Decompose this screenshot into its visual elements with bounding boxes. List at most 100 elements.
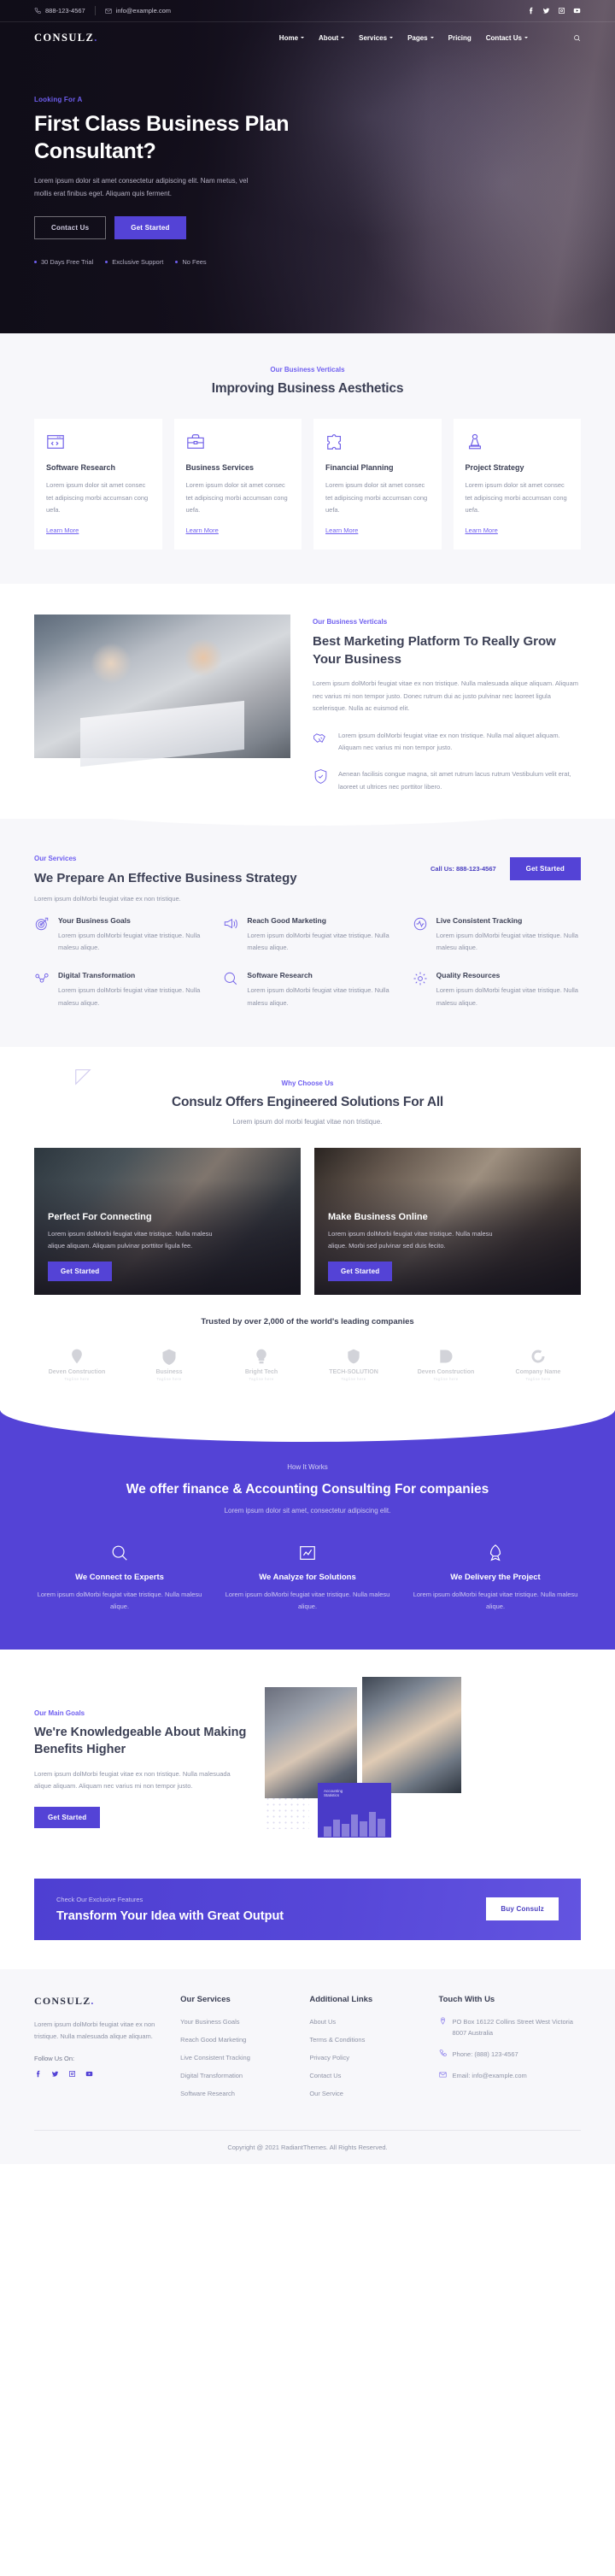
instagram-icon[interactable] (558, 7, 565, 15)
footer-email-row[interactable]: Email: info@example.com (438, 2070, 581, 2081)
nav-item-contact-us[interactable]: Contact Us (486, 34, 528, 42)
youtube-icon[interactable] (85, 2070, 93, 2078)
list-item: About Us (309, 2016, 423, 2026)
know-label: Our Main Goals (34, 1709, 85, 1717)
chevron-down-icon (430, 37, 434, 38)
know-get-started-button[interactable]: Get Started (34, 1806, 101, 1828)
site-logo[interactable]: CONSULZ. (34, 32, 98, 44)
learn-more-link[interactable]: Learn More (325, 526, 358, 534)
nav-item-home[interactable]: Home (279, 34, 305, 42)
vertical-card[interactable]: Financial Planning Lorem ipsum dolor sit… (313, 419, 442, 550)
site-footer: CONSULZ. Lorem ipsum dolMorbi feugiat vi… (0, 1968, 615, 2164)
service-title: Quality Resources (436, 971, 501, 980)
nav-item-services[interactable]: Services (359, 34, 394, 42)
choose-card-button[interactable]: Get Started (48, 1261, 113, 1281)
call-us-text[interactable]: Call Us: 888-123-4567 (430, 865, 496, 873)
footer-link[interactable]: Live Consistent Tracking (180, 2054, 250, 2061)
nav-item-pages[interactable]: Pages (407, 34, 434, 42)
hero-meta-item: Exclusive Support (105, 258, 163, 266)
choose-card-button[interactable]: Get Started (328, 1261, 393, 1281)
client-logo: Company Name Tagline here (495, 1347, 581, 1381)
footer-link[interactable]: Your Business Goals (180, 2018, 239, 2026)
buy-consulz-button[interactable]: Buy Consulz (486, 1897, 559, 1920)
service-item[interactable]: Quality Resources Lorem ipsum dolMorbi f… (413, 971, 581, 1009)
topbar-email[interactable]: info@example.com (105, 7, 171, 15)
learn-more-link[interactable]: Learn More (466, 526, 498, 534)
client-logo-name: Deven Construction (48, 1368, 106, 1375)
instagram-icon[interactable] (68, 2070, 76, 2078)
nav-label: Pricing (448, 33, 472, 42)
twitter-icon[interactable] (51, 2070, 59, 2078)
footer-link[interactable]: Software Research (180, 2090, 235, 2097)
vertical-card[interactable]: Business Services Lorem ipsum dolor sit … (173, 419, 302, 550)
learn-more-link[interactable]: Learn More (46, 526, 79, 534)
nav-item-pricing[interactable]: Pricing (448, 34, 472, 42)
nav-label: Pages (407, 33, 428, 42)
facebook-icon[interactable] (34, 2070, 42, 2078)
shield-a-logo-icon (126, 1347, 212, 1366)
hero-meta-item: No Fees (175, 258, 207, 266)
twitter-icon[interactable] (542, 7, 550, 15)
search-icon[interactable] (573, 34, 581, 42)
page-root: 888-123-4567 info@example.com CONSULZ. H… (0, 0, 615, 2164)
list-item: Digital Transformation (180, 2070, 294, 2080)
nav-label: About (319, 33, 339, 42)
footer-address-text: PO Box 16122 Collins Street West Victori… (452, 2017, 573, 2037)
list-item: Our Service (309, 2088, 423, 2098)
contact-us-button[interactable]: Contact Us (34, 215, 107, 239)
service-text: Lorem ipsum dolMorbi feugiat vitae trist… (247, 986, 390, 1007)
learn-more-link[interactable]: Learn More (186, 526, 219, 534)
hero-buttons: Contact Us Get Started (34, 215, 581, 239)
handshake-icon (313, 730, 329, 746)
footer-link[interactable]: Our Service (309, 2090, 343, 2097)
footer-logo-text: CONSULZ (34, 1994, 91, 2007)
topbar-phone[interactable]: 888-123-4567 (34, 7, 85, 15)
vertical-card-text: Lorem ipsum dolor sit amet consec tet ad… (46, 481, 149, 515)
footer-link[interactable]: Contact Us (309, 2072, 341, 2079)
pin-logo-icon (34, 1347, 120, 1366)
footer-link[interactable]: About Us (309, 2018, 336, 2026)
business-verticals-section: Our Business Verticals Improving Busines… (0, 333, 615, 584)
get-started-button[interactable]: Get Started (114, 215, 186, 239)
footer-link[interactable]: Privacy Policy (309, 2054, 349, 2061)
client-logo: Deven Construction Tagline here (34, 1347, 120, 1381)
know-photo-left (265, 1686, 357, 1798)
service-text: Lorem ipsum dolMorbi feugiat vitae trist… (58, 931, 201, 951)
client-logo-tag: Tagline here (433, 1376, 459, 1381)
service-title: Digital Transformation (58, 971, 136, 980)
vertical-card[interactable]: Software Research Lorem ipsum dolor sit … (34, 419, 162, 550)
service-item[interactable]: Live Consistent Tracking Lorem ipsum dol… (413, 916, 581, 955)
bullet-icon (175, 260, 179, 263)
footer-link[interactable]: Reach Good Marketing (180, 2036, 246, 2044)
youtube-icon[interactable] (573, 7, 581, 15)
footer-link[interactable]: Terms & Conditions (309, 2036, 365, 2044)
facebook-icon[interactable] (527, 7, 535, 15)
trusted-companies-section: Trusted by over 2,000 of the world's lea… (0, 1294, 615, 1410)
service-item[interactable]: Software Research Lorem ipsum dolMorbi f… (223, 971, 391, 1009)
choose-card[interactable]: Perfect For Connecting Lorem ipsum dolMo… (34, 1147, 301, 1295)
topbar-phone-text: 888-123-4567 (45, 7, 85, 15)
footer-logo[interactable]: CONSULZ. (34, 1995, 165, 2008)
vertical-card-text: Lorem ipsum dolor sit amet consec tet ad… (325, 481, 428, 515)
choose-title: Consulz Offers Engineered Solutions For … (171, 1094, 444, 1109)
choose-card[interactable]: Make Business Online Lorem ipsum dolMorb… (314, 1147, 581, 1295)
service-item[interactable]: Reach Good Marketing Lorem ipsum dolMorb… (223, 916, 391, 955)
nav-item-about[interactable]: About (319, 33, 345, 42)
service-item[interactable]: Digital Transformation Lorem ipsum dolMo… (34, 971, 202, 1009)
bulb-logo-icon (219, 1347, 304, 1366)
vertical-card[interactable]: Project Strategy Lorem ipsum dolor sit a… (453, 419, 581, 550)
briefcase-icon (186, 432, 290, 451)
section-curve (0, 796, 615, 826)
footer-link[interactable]: Digital Transformation (180, 2072, 243, 2079)
hero-paragraph: Lorem ipsum dolor sit amet consectetur a… (34, 177, 249, 197)
platform-feature-text: Lorem ipsum dolMorbi feugiat vitae ex no… (338, 731, 560, 751)
hero-meta-text: Exclusive Support (112, 257, 164, 266)
know-paragraph: Lorem ipsum dolMorbi feugiat vitae ex no… (34, 1769, 231, 1791)
marketing-platform-section: Our Business Verticals Best Marketing Pl… (0, 583, 615, 819)
footer-phone-row[interactable]: Phone: (888) 123-4567 (439, 2049, 581, 2060)
footer-about-column: CONSULZ. Lorem ipsum dolMorbi feugiat vi… (34, 1995, 165, 2106)
how-label: How It Works (287, 1462, 328, 1471)
strategy-get-started-button[interactable]: Get Started (509, 856, 581, 880)
vertical-card-text: Lorem ipsum dolor sit amet consec tet ad… (185, 481, 288, 515)
service-item[interactable]: Your Business Goals Lorem ipsum dolMorbi… (34, 916, 202, 955)
